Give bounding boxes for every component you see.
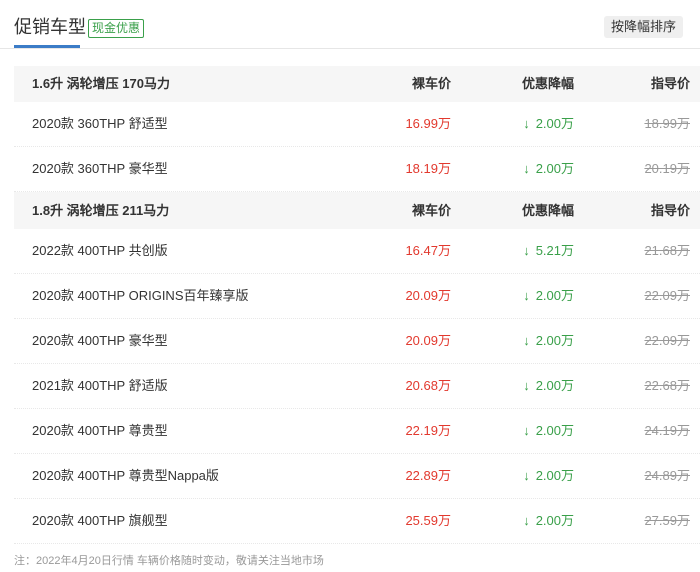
col-header-guide: 指导价 [650,203,690,218]
down-arrow-icon: ↓ [523,288,530,303]
col-header-price: 裸车价 [411,76,451,91]
guide-price: 22.09万 [644,288,690,303]
discount: ↓ 2.00万 [523,102,574,146]
bare-price: 22.89万 [405,468,451,483]
down-arrow-icon: ↓ [523,243,530,258]
active-tab-indicator [14,45,80,48]
table-row[interactable]: 2020款 400THP 豪华型 20.09万 ↓ 2.00万 22.09万 [14,319,700,364]
model-name[interactable]: 2020款 360THP 豪华型 [32,147,168,191]
header: 促销车型 现金优惠 按降幅排序 [0,0,700,49]
discount: ↓ 2.00万 [523,499,574,543]
bare-price: 16.47万 [405,243,451,258]
bare-price: 18.19万 [405,161,451,176]
bare-price: 16.99万 [405,116,451,131]
discount: ↓ 2.00万 [523,274,574,318]
down-arrow-icon: ↓ [523,161,530,176]
down-arrow-icon: ↓ [523,378,530,393]
model-name[interactable]: 2020款 360THP 舒适型 [32,102,168,146]
model-name[interactable]: 2020款 400THP 旗舰型 [32,499,168,543]
table-row[interactable]: 2020款 400THP 尊贵型 22.19万 ↓ 2.00万 24.19万 [14,409,700,454]
discount: ↓ 2.00万 [523,319,574,363]
table-row[interactable]: 2020款 400THP ORIGINS百年臻享版 20.09万 ↓ 2.00万 … [14,274,700,319]
group-header: 1.8升 涡轮增压 211马力 裸车价 优惠降幅 指导价 [14,192,700,229]
guide-price: 22.09万 [644,333,690,348]
guide-price: 24.19万 [644,423,690,438]
engine-spec: 1.8升 涡轮增压 211马力 [32,203,170,218]
model-name[interactable]: 2020款 400THP 尊贵型Nappa版 [32,454,219,498]
discount: ↓ 2.00万 [523,409,574,453]
bare-price: 20.09万 [405,288,451,303]
model-name[interactable]: 2020款 400THP 尊贵型 [32,409,168,453]
price-disclaimer: 注：2022年4月20日行情 车辆价格随时变动，敬请关注当地市场 [14,555,324,567]
bare-price: 20.68万 [405,378,451,393]
model-name[interactable]: 2022款 400THP 共创版 [32,229,168,273]
group-header: 1.6升 涡轮增压 170马力 裸车价 优惠降幅 指导价 [14,66,700,102]
bare-price: 25.59万 [405,513,451,528]
tab-promo-models[interactable]: 促销车型 [14,14,86,40]
guide-price: 27.59万 [644,513,690,528]
col-header-discount: 优惠降幅 [521,203,574,218]
discount: ↓ 2.00万 [523,454,574,498]
guide-price: 24.89万 [644,468,690,483]
bare-price: 20.09万 [405,333,451,348]
sort-by-discount-button[interactable]: 按降幅排序 [603,16,683,38]
guide-price: 21.68万 [644,243,690,258]
engine-spec: 1.6升 涡轮增压 170马力 [32,76,170,91]
table-row[interactable]: 2020款 400THP 旗舰型 25.59万 ↓ 2.00万 27.59万 [14,499,700,544]
discount: ↓ 5.21万 [523,229,574,273]
model-name[interactable]: 2020款 400THP ORIGINS百年臻享版 [32,274,249,318]
discount: ↓ 2.00万 [523,147,574,191]
table-row[interactable]: 2020款 360THP 豪华型 18.19万 ↓ 2.00万 20.19万 [14,147,700,192]
discount: ↓ 2.00万 [523,364,574,408]
model-name[interactable]: 2021款 400THP 舒适版 [32,364,168,408]
bare-price: 22.19万 [405,423,451,438]
cash-discount-badge: 现金优惠 [88,19,145,38]
table-row[interactable]: 2021款 400THP 舒适版 20.68万 ↓ 2.00万 22.68万 [14,364,700,409]
down-arrow-icon: ↓ [523,116,530,131]
down-arrow-icon: ↓ [523,513,530,528]
guide-price: 20.19万 [644,161,690,176]
table-row[interactable]: 2020款 400THP 尊贵型Nappa版 22.89万 ↓ 2.00万 24.… [14,454,700,499]
table-row[interactable]: 2022款 400THP 共创版 16.47万 ↓ 5.21万 21.68万 [14,229,700,274]
guide-price: 22.68万 [644,378,690,393]
col-header-discount: 优惠降幅 [521,76,574,91]
down-arrow-icon: ↓ [523,423,530,438]
col-header-guide: 指导价 [650,76,690,91]
down-arrow-icon: ↓ [523,468,530,483]
down-arrow-icon: ↓ [523,333,530,348]
model-name[interactable]: 2020款 400THP 豪华型 [32,319,168,363]
table-row[interactable]: 2020款 360THP 舒适型 16.99万 ↓ 2.00万 18.99万 [14,102,700,147]
promo-table: 1.6升 涡轮增压 170马力 裸车价 优惠降幅 指导价 2020款 360TH… [14,66,700,544]
col-header-price: 裸车价 [411,203,451,218]
guide-price: 18.99万 [644,116,690,131]
